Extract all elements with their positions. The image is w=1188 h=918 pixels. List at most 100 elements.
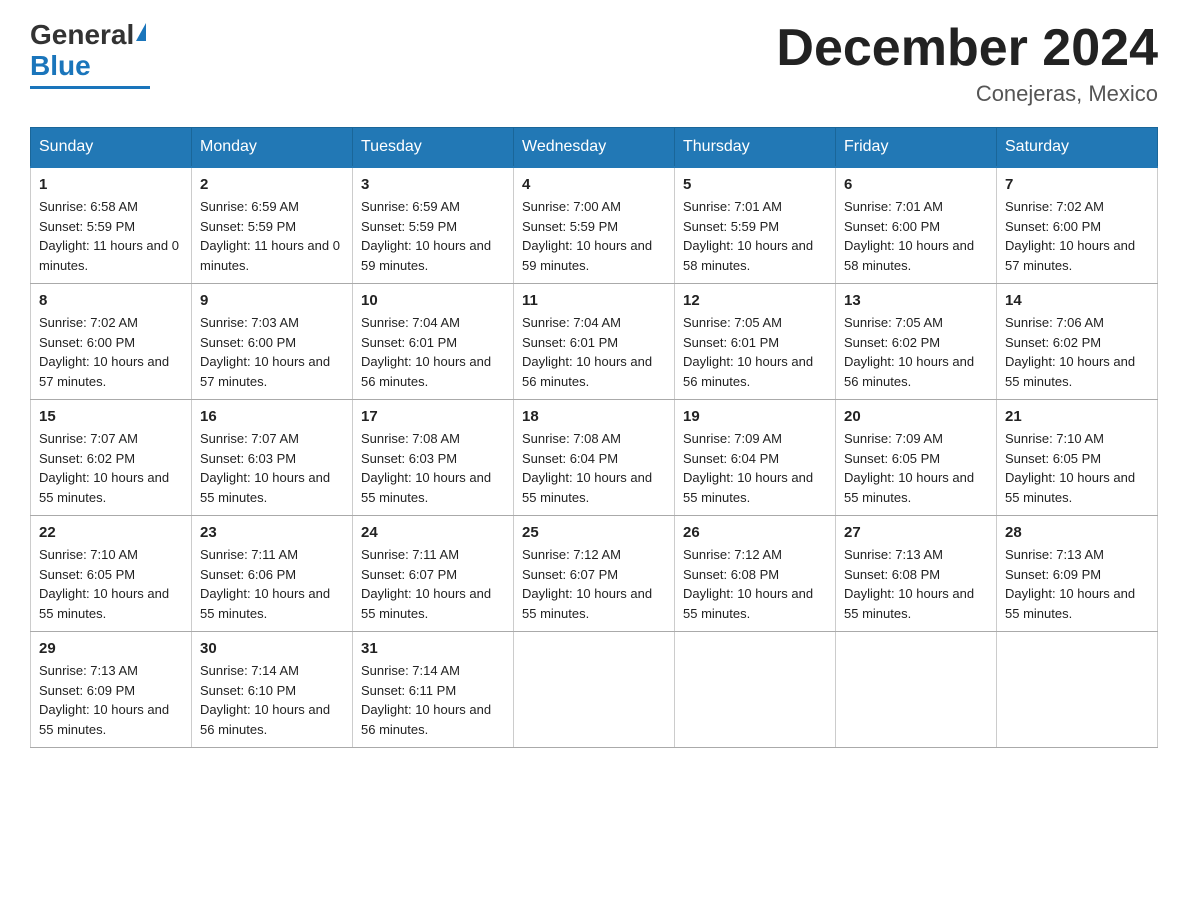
day-info: Sunrise: 7:09 AM Sunset: 6:04 PM Dayligh… bbox=[683, 429, 827, 507]
calendar-cell: 2 Sunrise: 6:59 AM Sunset: 5:59 PM Dayli… bbox=[192, 167, 353, 284]
calendar-cell: 18 Sunrise: 7:08 AM Sunset: 6:04 PM Dayl… bbox=[514, 400, 675, 516]
day-number: 4 bbox=[522, 176, 666, 193]
day-number: 18 bbox=[522, 408, 666, 425]
calendar-cell: 29 Sunrise: 7:13 AM Sunset: 6:09 PM Dayl… bbox=[31, 632, 192, 748]
calendar-cell: 14 Sunrise: 7:06 AM Sunset: 6:02 PM Dayl… bbox=[997, 284, 1158, 400]
header-wednesday: Wednesday bbox=[514, 128, 675, 168]
day-info: Sunrise: 7:05 AM Sunset: 6:02 PM Dayligh… bbox=[844, 313, 988, 391]
day-number: 21 bbox=[1005, 408, 1149, 425]
day-info: Sunrise: 7:13 AM Sunset: 6:09 PM Dayligh… bbox=[1005, 545, 1149, 623]
logo-blue-text: Blue bbox=[30, 51, 91, 82]
day-info: Sunrise: 7:14 AM Sunset: 6:11 PM Dayligh… bbox=[361, 661, 505, 739]
day-info: Sunrise: 7:11 AM Sunset: 6:06 PM Dayligh… bbox=[200, 545, 344, 623]
calendar-cell: 19 Sunrise: 7:09 AM Sunset: 6:04 PM Dayl… bbox=[675, 400, 836, 516]
calendar-cell: 11 Sunrise: 7:04 AM Sunset: 6:01 PM Dayl… bbox=[514, 284, 675, 400]
day-number: 6 bbox=[844, 176, 988, 193]
day-info: Sunrise: 7:11 AM Sunset: 6:07 PM Dayligh… bbox=[361, 545, 505, 623]
day-info: Sunrise: 7:00 AM Sunset: 5:59 PM Dayligh… bbox=[522, 197, 666, 275]
day-info: Sunrise: 7:02 AM Sunset: 6:00 PM Dayligh… bbox=[1005, 197, 1149, 275]
day-info: Sunrise: 6:58 AM Sunset: 5:59 PM Dayligh… bbox=[39, 197, 183, 275]
header-saturday: Saturday bbox=[997, 128, 1158, 168]
day-info: Sunrise: 7:10 AM Sunset: 6:05 PM Dayligh… bbox=[1005, 429, 1149, 507]
day-info: Sunrise: 7:10 AM Sunset: 6:05 PM Dayligh… bbox=[39, 545, 183, 623]
day-number: 29 bbox=[39, 640, 183, 657]
day-number: 25 bbox=[522, 524, 666, 541]
day-number: 10 bbox=[361, 292, 505, 309]
calendar-cell bbox=[997, 632, 1158, 748]
calendar-header: Sunday Monday Tuesday Wednesday Thursday… bbox=[31, 128, 1158, 168]
header-monday: Monday bbox=[192, 128, 353, 168]
day-info: Sunrise: 7:04 AM Sunset: 6:01 PM Dayligh… bbox=[361, 313, 505, 391]
header-tuesday: Tuesday bbox=[353, 128, 514, 168]
day-number: 30 bbox=[200, 640, 344, 657]
calendar-cell bbox=[836, 632, 997, 748]
logo-underline bbox=[30, 86, 150, 89]
day-info: Sunrise: 7:14 AM Sunset: 6:10 PM Dayligh… bbox=[200, 661, 344, 739]
day-info: Sunrise: 6:59 AM Sunset: 5:59 PM Dayligh… bbox=[361, 197, 505, 275]
calendar-cell: 13 Sunrise: 7:05 AM Sunset: 6:02 PM Dayl… bbox=[836, 284, 997, 400]
calendar-cell: 4 Sunrise: 7:00 AM Sunset: 5:59 PM Dayli… bbox=[514, 167, 675, 284]
location-text: Conejeras, Mexico bbox=[776, 81, 1158, 107]
calendar-cell: 9 Sunrise: 7:03 AM Sunset: 6:00 PM Dayli… bbox=[192, 284, 353, 400]
calendar-cell: 27 Sunrise: 7:13 AM Sunset: 6:08 PM Dayl… bbox=[836, 516, 997, 632]
calendar-cell: 7 Sunrise: 7:02 AM Sunset: 6:00 PM Dayli… bbox=[997, 167, 1158, 284]
calendar-cell: 23 Sunrise: 7:11 AM Sunset: 6:06 PM Dayl… bbox=[192, 516, 353, 632]
logo: General Blue bbox=[30, 20, 150, 89]
day-info: Sunrise: 7:08 AM Sunset: 6:03 PM Dayligh… bbox=[361, 429, 505, 507]
calendar-cell bbox=[514, 632, 675, 748]
day-number: 3 bbox=[361, 176, 505, 193]
calendar-cell bbox=[675, 632, 836, 748]
day-number: 7 bbox=[1005, 176, 1149, 193]
header-friday: Friday bbox=[836, 128, 997, 168]
day-info: Sunrise: 7:04 AM Sunset: 6:01 PM Dayligh… bbox=[522, 313, 666, 391]
header-sunday: Sunday bbox=[31, 128, 192, 168]
day-number: 16 bbox=[200, 408, 344, 425]
calendar-cell: 3 Sunrise: 6:59 AM Sunset: 5:59 PM Dayli… bbox=[353, 167, 514, 284]
calendar-week-1: 1 Sunrise: 6:58 AM Sunset: 5:59 PM Dayli… bbox=[31, 167, 1158, 284]
day-number: 31 bbox=[361, 640, 505, 657]
day-info: Sunrise: 7:12 AM Sunset: 6:07 PM Dayligh… bbox=[522, 545, 666, 623]
calendar-week-4: 22 Sunrise: 7:10 AM Sunset: 6:05 PM Dayl… bbox=[31, 516, 1158, 632]
day-number: 5 bbox=[683, 176, 827, 193]
day-number: 26 bbox=[683, 524, 827, 541]
day-info: Sunrise: 7:03 AM Sunset: 6:00 PM Dayligh… bbox=[200, 313, 344, 391]
day-info: Sunrise: 7:02 AM Sunset: 6:00 PM Dayligh… bbox=[39, 313, 183, 391]
calendar-cell: 24 Sunrise: 7:11 AM Sunset: 6:07 PM Dayl… bbox=[353, 516, 514, 632]
day-number: 17 bbox=[361, 408, 505, 425]
day-number: 13 bbox=[844, 292, 988, 309]
title-block: December 2024 Conejeras, Mexico bbox=[776, 20, 1158, 107]
day-info: Sunrise: 7:13 AM Sunset: 6:09 PM Dayligh… bbox=[39, 661, 183, 739]
day-info: Sunrise: 7:13 AM Sunset: 6:08 PM Dayligh… bbox=[844, 545, 988, 623]
day-number: 20 bbox=[844, 408, 988, 425]
logo-general-text: General bbox=[30, 20, 134, 51]
logo-triangle-icon bbox=[136, 23, 146, 41]
calendar-cell: 1 Sunrise: 6:58 AM Sunset: 5:59 PM Dayli… bbox=[31, 167, 192, 284]
day-info: Sunrise: 7:06 AM Sunset: 6:02 PM Dayligh… bbox=[1005, 313, 1149, 391]
header-thursday: Thursday bbox=[675, 128, 836, 168]
calendar-cell: 10 Sunrise: 7:04 AM Sunset: 6:01 PM Dayl… bbox=[353, 284, 514, 400]
day-number: 19 bbox=[683, 408, 827, 425]
day-number: 22 bbox=[39, 524, 183, 541]
calendar-cell: 22 Sunrise: 7:10 AM Sunset: 6:05 PM Dayl… bbox=[31, 516, 192, 632]
day-info: Sunrise: 7:05 AM Sunset: 6:01 PM Dayligh… bbox=[683, 313, 827, 391]
day-number: 14 bbox=[1005, 292, 1149, 309]
day-info: Sunrise: 6:59 AM Sunset: 5:59 PM Dayligh… bbox=[200, 197, 344, 275]
day-number: 11 bbox=[522, 292, 666, 309]
calendar-cell: 30 Sunrise: 7:14 AM Sunset: 6:10 PM Dayl… bbox=[192, 632, 353, 748]
calendar-cell: 21 Sunrise: 7:10 AM Sunset: 6:05 PM Dayl… bbox=[997, 400, 1158, 516]
day-info: Sunrise: 7:12 AM Sunset: 6:08 PM Dayligh… bbox=[683, 545, 827, 623]
calendar-cell: 16 Sunrise: 7:07 AM Sunset: 6:03 PM Dayl… bbox=[192, 400, 353, 516]
day-number: 27 bbox=[844, 524, 988, 541]
day-info: Sunrise: 7:09 AM Sunset: 6:05 PM Dayligh… bbox=[844, 429, 988, 507]
day-number: 23 bbox=[200, 524, 344, 541]
day-number: 1 bbox=[39, 176, 183, 193]
calendar-week-2: 8 Sunrise: 7:02 AM Sunset: 6:00 PM Dayli… bbox=[31, 284, 1158, 400]
calendar-cell: 28 Sunrise: 7:13 AM Sunset: 6:09 PM Dayl… bbox=[997, 516, 1158, 632]
day-number: 28 bbox=[1005, 524, 1149, 541]
calendar-cell: 12 Sunrise: 7:05 AM Sunset: 6:01 PM Dayl… bbox=[675, 284, 836, 400]
day-info: Sunrise: 7:07 AM Sunset: 6:02 PM Dayligh… bbox=[39, 429, 183, 507]
day-number: 2 bbox=[200, 176, 344, 193]
calendar-cell: 8 Sunrise: 7:02 AM Sunset: 6:00 PM Dayli… bbox=[31, 284, 192, 400]
calendar-week-5: 29 Sunrise: 7:13 AM Sunset: 6:09 PM Dayl… bbox=[31, 632, 1158, 748]
day-info: Sunrise: 7:07 AM Sunset: 6:03 PM Dayligh… bbox=[200, 429, 344, 507]
